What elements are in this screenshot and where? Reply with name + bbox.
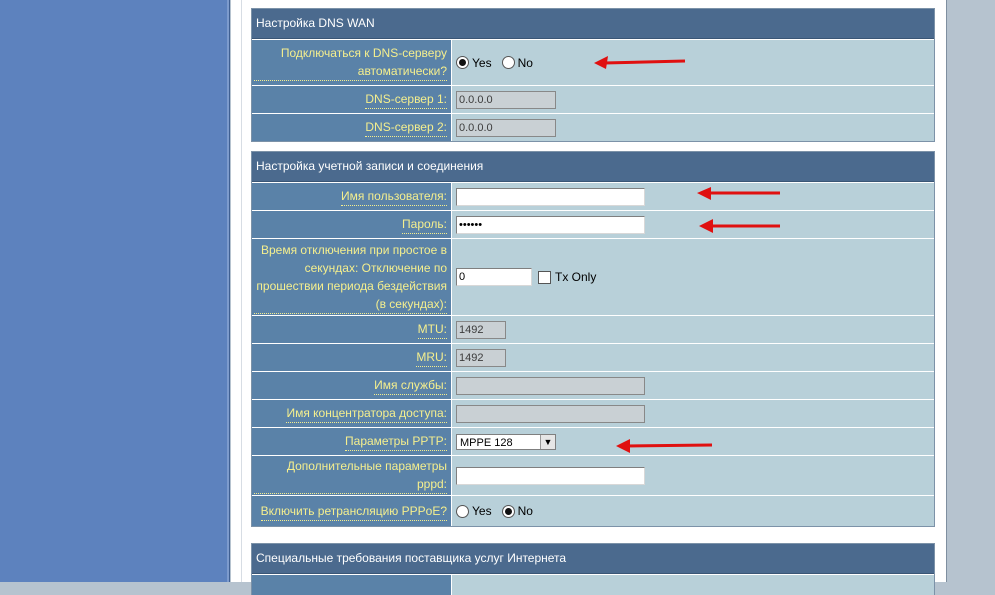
password-input[interactable]: ••••••: [456, 215, 645, 234]
relay-no-option[interactable]: No: [501, 504, 533, 518]
pptp-select[interactable]: MPPE 128 ▼: [456, 433, 556, 450]
section-dns-wan: Настройка DNS WAN Подключаться к DNS-сер…: [251, 8, 935, 142]
idle-timeout-input[interactable]: 0: [456, 268, 532, 286]
chevron-down-icon[interactable]: ▼: [540, 434, 555, 449]
label-pppd: Дополнительные параметры pppd:: [254, 457, 447, 494]
tx-only-label: Tx Only: [555, 270, 597, 284]
row-dns1: DNS-сервер 1: 0.0.0.0: [252, 85, 934, 113]
label-idle-timeout: Время отключения при простое в секундах:…: [254, 241, 447, 314]
content-divider: [241, 0, 242, 582]
section-account: Настройка учетной записи и соединения Им…: [251, 151, 935, 527]
right-side-panel: [946, 0, 995, 582]
auto-dns-yes-radio[interactable]: [456, 56, 469, 69]
annotation-arrow-icon: [594, 56, 686, 69]
auto-dns-no-option[interactable]: No: [501, 56, 533, 70]
annotation-arrow-icon: [699, 219, 780, 233]
mru-input[interactable]: 1492: [456, 348, 506, 367]
label-pppoe-relay: Включить ретрансляцию PPPoE?: [260, 502, 447, 521]
mtu-input[interactable]: 1492: [456, 320, 506, 339]
row-ac-name: Имя концентратора доступа:: [252, 399, 934, 427]
ac-name-input[interactable]: [456, 404, 645, 423]
label-mtu: MTU:: [417, 320, 447, 339]
label-dns2: DNS-сервер 2:: [365, 118, 447, 137]
dns2-input[interactable]: 0.0.0.0: [456, 118, 556, 137]
row-pptp: Параметры PPTP: MPPE 128 ▼: [252, 427, 934, 455]
row-pppoe-relay: Включить ретрансляцию PPPoE? Yes No: [252, 495, 934, 526]
row-username: Имя пользователя:: [252, 182, 934, 210]
tx-only-checkbox[interactable]: [538, 270, 551, 284]
pppd-input[interactable]: [456, 466, 645, 485]
row-pppd: Дополнительные параметры pppd:: [252, 455, 934, 495]
label-ac-name: Имя концентратора доступа:: [286, 404, 447, 423]
label-username: Имя пользователя:: [340, 187, 447, 206]
row-service-name: Имя службы:: [252, 371, 934, 399]
row-idle-timeout: Время отключения при простое в секундах:…: [252, 238, 934, 315]
section-title-isp: Специальные требования поставщика услуг …: [252, 544, 934, 574]
section-isp: Специальные требования поставщика услуг …: [251, 543, 935, 595]
label-pptp: Параметры PPTP:: [345, 432, 447, 451]
row-mtu: MTU: 1492: [252, 315, 934, 343]
relay-yes-radio[interactable]: [456, 504, 469, 518]
section-title-account: Настройка учетной записи и соединения: [252, 152, 934, 182]
relay-yes-option[interactable]: Yes: [456, 504, 492, 518]
username-input[interactable]: [456, 187, 645, 206]
row-dns2: DNS-сервер 2: 0.0.0.0: [252, 113, 934, 141]
relay-no-radio[interactable]: [501, 504, 515, 518]
label-dns1: DNS-сервер 1:: [365, 90, 447, 109]
section-title-dns: Настройка DNS WAN: [252, 9, 934, 39]
row-mru: MRU: 1492: [252, 343, 934, 371]
left-nav-panel: [0, 0, 230, 582]
dns1-input[interactable]: 0.0.0.0: [456, 90, 556, 109]
auto-dns-yes-option[interactable]: Yes: [456, 56, 492, 70]
row-password: Пароль: ••••••: [252, 210, 934, 238]
label-password: Пароль:: [402, 215, 447, 234]
annotation-arrow-icon: [697, 187, 780, 200]
label-auto-dns: Подключаться к DNS-серверу автоматически…: [254, 44, 447, 81]
label-mru: MRU:: [416, 348, 447, 367]
auto-dns-no-radio[interactable]: [501, 56, 515, 69]
annotation-arrow-icon: [616, 439, 713, 453]
label-service-name: Имя службы:: [374, 376, 447, 395]
service-name-input[interactable]: [456, 376, 645, 395]
